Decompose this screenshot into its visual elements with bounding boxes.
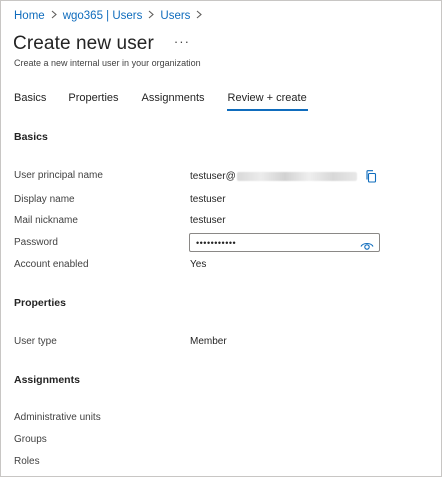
- admin-units-label: Administrative units: [14, 412, 101, 423]
- create-user-panel: Home wgo365 | Users Users Create new use…: [0, 0, 442, 477]
- tab-review-create[interactable]: Review + create: [226, 92, 308, 111]
- password-value: •••••••••••: [196, 237, 237, 248]
- redacted-domain: [236, 172, 357, 181]
- page-title: Create new user: [13, 33, 154, 54]
- user-type-value: Member: [190, 336, 227, 347]
- upn-value: testuser@: [190, 170, 377, 183]
- roles-label: Roles: [14, 456, 40, 467]
- properties-heading: Properties: [14, 297, 66, 309]
- account-enabled-label: Account enabled: [14, 259, 89, 270]
- groups-label: Groups: [14, 434, 47, 445]
- basics-heading: Basics: [14, 131, 48, 143]
- chevron-right-icon: [196, 10, 203, 22]
- eye-icon[interactable]: [360, 238, 374, 250]
- chevron-right-icon: [148, 10, 155, 22]
- password-field[interactable]: •••••••••••: [189, 233, 380, 252]
- display-name-label: Display name: [14, 194, 75, 205]
- page-subtitle: Create a new internal user in your organ…: [14, 58, 201, 68]
- chevron-right-icon: [51, 10, 57, 22]
- tab-bar: Basics Properties Assignments Review + c…: [14, 92, 308, 111]
- breadcrumb-home[interactable]: Home: [14, 10, 45, 22]
- assignments-heading: Assignments: [14, 374, 80, 386]
- user-type-label: User type: [14, 336, 57, 347]
- tab-properties[interactable]: Properties: [68, 92, 118, 111]
- account-enabled-value: Yes: [190, 259, 207, 270]
- upn-label: User principal name: [14, 170, 103, 181]
- breadcrumb-tenant-users[interactable]: wgo365 | Users: [63, 10, 143, 22]
- display-name-value: testuser: [190, 194, 226, 205]
- copy-icon[interactable]: [365, 170, 377, 183]
- tab-assignments[interactable]: Assignments: [142, 92, 205, 111]
- breadcrumb-users[interactable]: Users: [160, 10, 190, 22]
- breadcrumb: Home wgo365 | Users Users: [14, 10, 208, 22]
- tab-basics[interactable]: Basics: [14, 92, 46, 111]
- more-options-button[interactable]: ···: [174, 34, 190, 49]
- mail-nickname-label: Mail nickname: [14, 215, 78, 226]
- password-label: Password: [14, 237, 58, 248]
- upn-text: testuser@: [190, 171, 236, 182]
- title-row: Create new user ···: [13, 33, 190, 55]
- mail-nickname-value: testuser: [190, 215, 226, 226]
